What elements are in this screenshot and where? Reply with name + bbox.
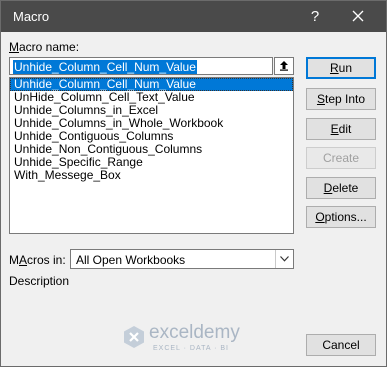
macro-name-value: Unhide_Column_Cell_Num_Value	[13, 60, 197, 74]
run-button[interactable]: Run	[306, 57, 376, 79]
macro-dialog: Macro ? Macro name: Unhide_Column_Cell_N…	[0, 0, 387, 367]
macros-in-value: All Open Workbooks	[76, 253, 186, 267]
dialog-title: Macro	[13, 9, 50, 24]
macro-list[interactable]: Unhide_Column_Cell_Num_Value UnHide_Colum…	[9, 77, 294, 234]
macros-in-dropdown-button[interactable]	[275, 250, 293, 268]
macro-name-label: Macro name:	[9, 40, 80, 54]
close-icon	[352, 10, 364, 22]
macros-in-label: MAcros in:	[9, 253, 66, 267]
macro-list-item[interactable]: With_Messege_Box	[10, 169, 293, 182]
watermark-name: exceldemy	[149, 322, 240, 343]
select-reference-button[interactable]	[274, 57, 294, 75]
options-button[interactable]: Options...	[306, 206, 376, 228]
title-bar: Macro ?	[1, 1, 386, 32]
help-button[interactable]: ?	[303, 7, 327, 27]
create-button: Create	[306, 147, 376, 169]
macro-name-input[interactable]: Unhide_Column_Cell_Num_Value	[9, 57, 273, 75]
arrow-up-icon	[280, 61, 288, 71]
chevron-down-icon	[280, 256, 289, 262]
cancel-button[interactable]: Cancel	[306, 334, 376, 356]
exceldemy-logo: exceldemy EXCEL · DATA · BI	[119, 320, 279, 360]
macros-in-select[interactable]: All Open Workbooks	[70, 249, 294, 269]
close-button[interactable]	[345, 7, 371, 27]
edit-button[interactable]: Edit	[306, 118, 376, 140]
exceldemy-logo-icon	[124, 326, 144, 348]
delete-button[interactable]: Delete	[306, 177, 376, 199]
step-into-button[interactable]: Step Into	[306, 88, 376, 110]
watermark-tagline: EXCEL · DATA · BI	[153, 345, 229, 352]
